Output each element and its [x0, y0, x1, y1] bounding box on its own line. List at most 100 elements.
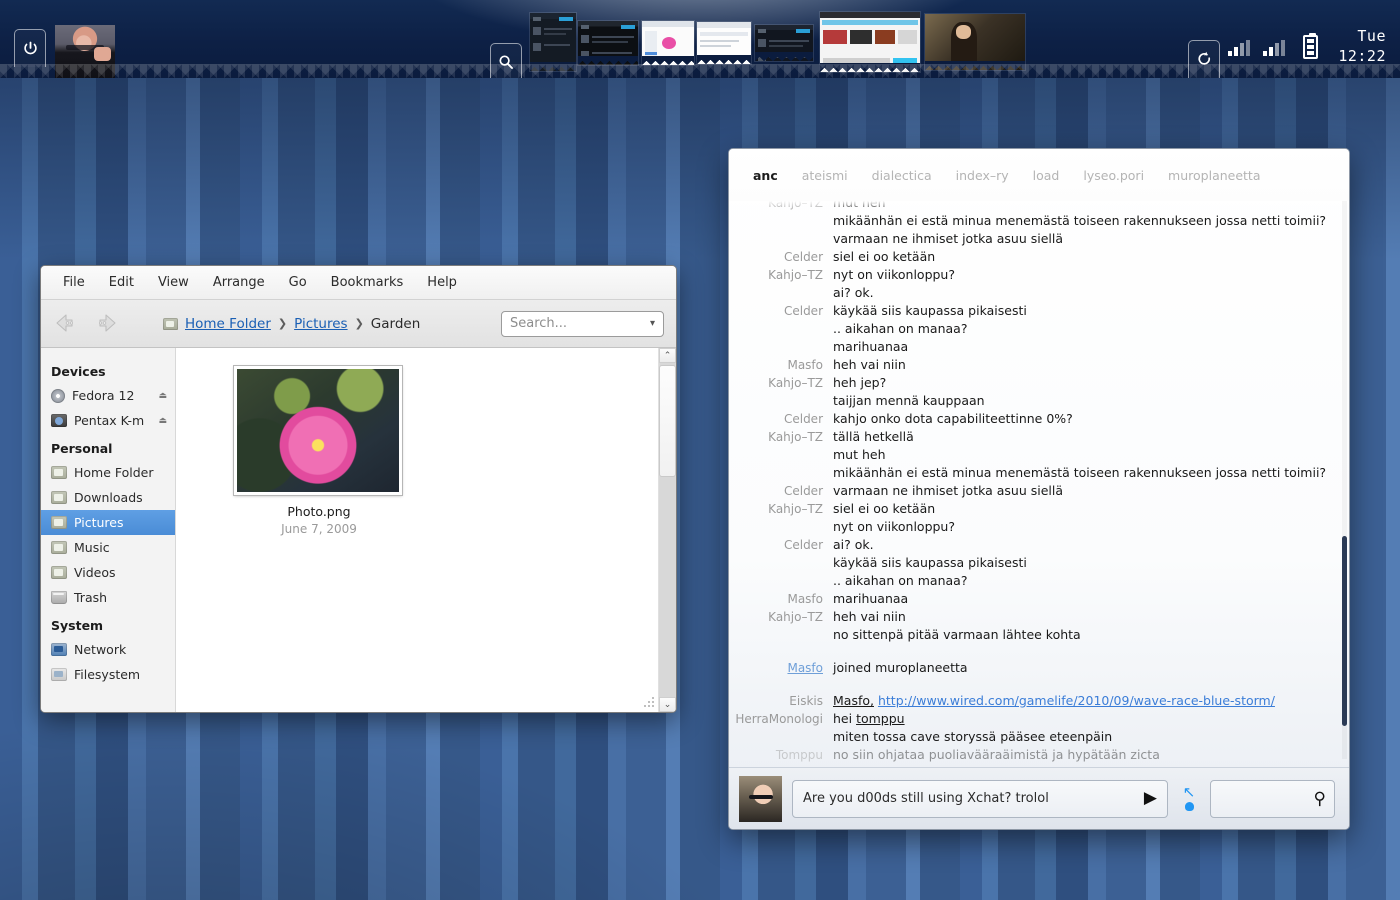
chat-avatar[interactable]: [739, 775, 782, 822]
file-list-area[interactable]: Photo.png June 7, 2009: [176, 348, 658, 712]
breadcrumb-item-home-folder[interactable]: Home Folder: [185, 316, 271, 332]
thumbnail-torn-edge: [530, 62, 576, 72]
sidebar-item-home-folder[interactable]: Home Folder: [41, 460, 175, 485]
sidebar-item-fedora-12[interactable]: Fedora 12 ⏏: [41, 383, 175, 408]
breadcrumb-item-pictures[interactable]: Pictures: [294, 316, 347, 332]
menu-item-arrange[interactable]: Arrange: [203, 271, 275, 294]
send-icon[interactable]: ▶: [1144, 790, 1157, 807]
sidebar-item-downloads[interactable]: Downloads: [41, 485, 175, 510]
message-link[interactable]: http://www.wired.com/gamelife/2010/09/wa…: [878, 693, 1275, 708]
menu-item-file[interactable]: File: [53, 271, 95, 294]
person-icon[interactable]: [1184, 802, 1194, 811]
message-text: joined muroplaneetta: [833, 660, 968, 675]
sidebar-item-trash[interactable]: Trash: [41, 585, 175, 610]
window-thumb-terminal[interactable]: [755, 25, 813, 62]
clock[interactable]: Tue 12:22: [1338, 26, 1386, 66]
tab-muroplaneetta[interactable]: muroplaneetta: [1168, 168, 1260, 183]
eject-icon[interactable]: ⏏: [158, 416, 167, 426]
chat-message: varmaan ne ihmiset jotka asuu siellä: [729, 230, 1335, 248]
forward-button[interactable]: [91, 312, 119, 336]
scroll-down-icon[interactable]: ⌄: [659, 697, 676, 712]
file-item[interactable]: Photo.png June 7, 2009: [233, 365, 404, 536]
sidebar-item-label: Trash: [74, 590, 108, 605]
chat-scrollbar[interactable]: [1342, 201, 1347, 759]
nick-reference[interactable]: tomppu: [856, 711, 905, 726]
file-manager-body: Devices Fedora 12 ⏏ Pentax K-m ⏏ Personal Home…: [41, 348, 676, 712]
menu-item-edit[interactable]: Edit: [99, 271, 144, 294]
toolbar: Home Folder ❯ Pictures ❯ Garden Search... ▾: [41, 300, 676, 348]
signal-strength-icon-2: [1263, 40, 1285, 56]
window-thumb-image-viewer[interactable]: [642, 20, 694, 65]
search-input[interactable]: Search... ▾: [501, 310, 664, 337]
chat-message: Kahjo–TZ tällä hetkellä: [729, 428, 1335, 446]
vertical-scrollbar[interactable]: ⌃ ⌄: [658, 348, 676, 712]
window-thumb-chat-dark[interactable]: [530, 13, 576, 72]
avatar[interactable]: [55, 25, 115, 78]
menu-item-view[interactable]: View: [148, 271, 199, 294]
message-text: käykää siis kaupassa pikaisesti: [833, 555, 1027, 570]
file-manager-window[interactable]: File Edit View Arrange Go Bookmarks Help Home …: [40, 265, 677, 713]
chat-window[interactable]: anc ateismi dialectica index–ry load lyseo.po…: [728, 148, 1350, 830]
power-icon[interactable]: [14, 29, 46, 67]
eject-icon[interactable]: ⏏: [158, 391, 167, 401]
message-text: nyt on viikonloppu?: [833, 267, 955, 282]
search-icon[interactable]: ⚲: [1314, 789, 1326, 809]
window-thumb-video[interactable]: [925, 14, 1025, 71]
resize-grip[interactable]: [643, 697, 655, 709]
chat-message: Masfo heh vai niin: [729, 356, 1335, 374]
chat-messages: Kahjo–TZ mut heh mikäänhän ei estä minua m…: [729, 201, 1335, 764]
message-nick: Kahjo–TZ: [768, 430, 823, 444]
breadcrumb-item-garden[interactable]: Garden: [371, 316, 420, 332]
message-text: no sittenpä pitää varmaan lähtee kohta: [833, 627, 1081, 642]
tab-ateismi[interactable]: ateismi: [802, 168, 848, 183]
window-thumb-media-dark[interactable]: [578, 20, 638, 65]
find-input[interactable]: ⚲: [1210, 779, 1335, 818]
chat-message: Celder kahjo onko dota capabiliteettinne …: [729, 410, 1335, 428]
net-icon: [51, 643, 67, 656]
sync-icon[interactable]: [1188, 40, 1220, 78]
sidebar-item-label: Home Folder: [74, 465, 154, 480]
chat-message: Eiskis Masfo, http://www.wired.com/gameli…: [729, 692, 1335, 710]
chevron-down-icon[interactable]: ▾: [650, 318, 655, 329]
chat-message: no sittenpä pitää varmaan lähtee kohta: [729, 626, 1335, 644]
sidebar-item-videos[interactable]: Videos: [41, 560, 175, 585]
sidebar-item-label: Downloads: [74, 490, 143, 505]
menu-item-help[interactable]: Help: [417, 271, 467, 294]
chat-log[interactable]: Kahjo–TZ mut heh mikäänhän ei estä minua m…: [729, 201, 1349, 767]
chat-message: ai? ok.: [729, 284, 1335, 302]
chat-scrollbar-thumb[interactable]: [1342, 535, 1347, 726]
scroll-up-icon[interactable]: ⌃: [659, 348, 676, 363]
scrollbar-track[interactable]: [659, 363, 676, 697]
folder-icon: [51, 566, 67, 579]
message-text: käykää siis kaupassa pikaisesti: [833, 303, 1027, 318]
chat-message: Masfo marihuanaa: [729, 590, 1335, 608]
window-thumb-browser[interactable]: [820, 12, 920, 72]
message-input[interactable]: Are you d00ds still using Xchat? trolol …: [792, 779, 1168, 818]
arrow-up-icon[interactable]: ↖: [1183, 785, 1196, 800]
menu-item-go[interactable]: Go: [279, 271, 317, 294]
chat-message: mikäänhän ei estä minua menemästä toisee…: [729, 212, 1335, 230]
search-icon[interactable]: [490, 43, 522, 78]
chat-message: Kahjo–TZ siel ei oo ketään: [729, 500, 1335, 518]
sidebar-item-pictures[interactable]: Pictures: [41, 510, 175, 535]
tab-anc[interactable]: anc: [753, 168, 778, 183]
window-thumb-document[interactable]: [697, 21, 751, 64]
file-name: Photo.png: [287, 504, 351, 519]
menu-item-bookmarks[interactable]: Bookmarks: [321, 271, 414, 294]
message-nick: Kahjo–TZ: [768, 610, 823, 624]
sidebar-item-network[interactable]: Network: [41, 637, 175, 662]
tab-load[interactable]: load: [1033, 168, 1060, 183]
nick-reference[interactable]: Masfo,: [833, 693, 874, 708]
tab-lyseo-pori[interactable]: lyseo.pori: [1083, 168, 1144, 183]
scrollbar-thumb[interactable]: [659, 365, 676, 477]
tab-index-ry[interactable]: index–ry: [956, 168, 1009, 183]
tab-dialectica[interactable]: dialectica: [872, 168, 932, 183]
message-text: ai? ok.: [833, 285, 874, 300]
back-button[interactable]: [53, 312, 81, 336]
sidebar-item-music[interactable]: Music: [41, 535, 175, 560]
message-nick: Eiskis: [789, 694, 823, 708]
message-nick[interactable]: Masfo: [729, 659, 833, 677]
sidebar-item-pentax-k-m[interactable]: Pentax K-m ⏏: [41, 408, 175, 433]
chat-message: Kahjo–TZ mut heh: [729, 201, 1335, 212]
sidebar-item-filesystem[interactable]: Filesystem: [41, 662, 175, 687]
